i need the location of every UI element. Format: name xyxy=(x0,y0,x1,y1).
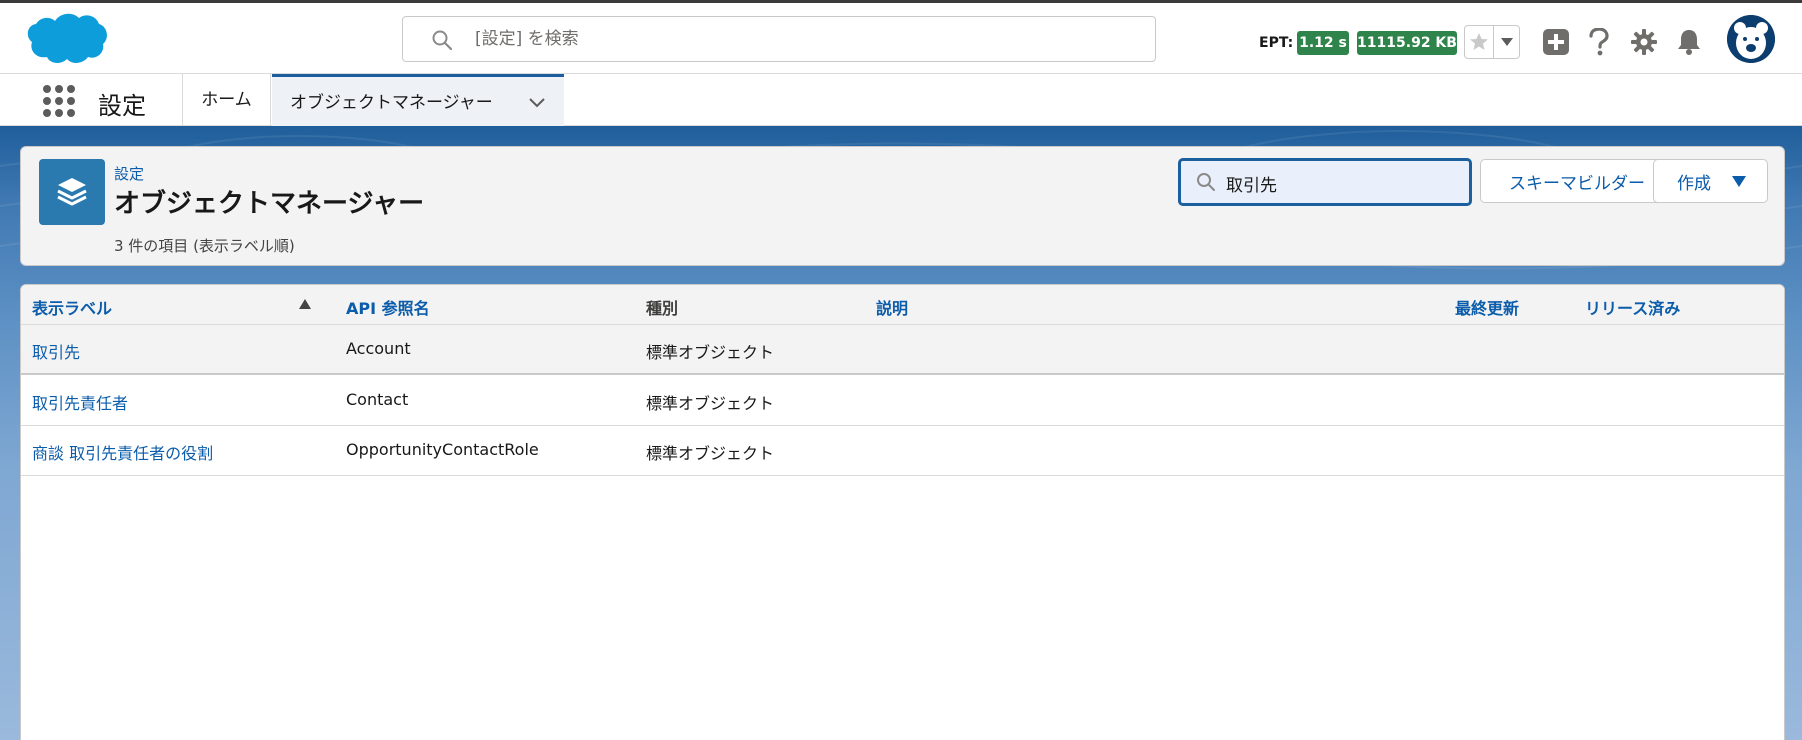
context-nav-bar: 設定 ホーム オブジェクトマネージャー xyxy=(0,74,1802,126)
schema-builder-button[interactable]: スキーマビルダー xyxy=(1480,159,1674,203)
app-launcher-icon[interactable] xyxy=(42,84,76,118)
object-label-link[interactable]: 取引先 xyxy=(32,339,80,363)
setup-gear-button[interactable] xyxy=(1629,27,1659,57)
nav-item-object-manager[interactable]: オブジェクトマネージャー xyxy=(272,74,564,126)
create-button-label: 作成 xyxy=(1677,173,1711,194)
caret-down-icon xyxy=(1732,176,1746,187)
column-header-type: 種別 xyxy=(646,299,679,318)
ept-size-badge: 11115.92 KB xyxy=(1357,31,1457,55)
table-row: 商談 取引先責任者の役割 OpportunityContactRole 標準オブ… xyxy=(21,426,1784,476)
object-label-link[interactable]: 取引先責任者 xyxy=(32,390,128,414)
app-name: 設定 xyxy=(98,92,146,120)
type-cell: 標準オブジェクト xyxy=(646,444,775,463)
api-name-cell: OpportunityContactRole xyxy=(346,440,539,459)
avatar[interactable] xyxy=(1727,15,1775,63)
item-count: 3 件の項目 (表示ラベル順) xyxy=(114,237,295,255)
breadcrumb[interactable]: 設定 xyxy=(114,163,144,184)
help-icon xyxy=(1589,28,1609,56)
object-label-link[interactable]: 商談 取引先責任者の役割 xyxy=(32,440,213,464)
nav-item-home[interactable]: ホーム xyxy=(183,74,271,126)
star-icon xyxy=(1470,33,1488,50)
notifications-button[interactable] xyxy=(1674,27,1704,57)
favorites-menu-button[interactable] xyxy=(1494,25,1520,59)
search-icon xyxy=(1197,173,1215,191)
quick-find-input[interactable] xyxy=(1226,170,1456,196)
page-title: オブジェクトマネージャー xyxy=(114,189,425,219)
layers-icon xyxy=(39,159,105,225)
object-table: 表示ラベル API 参照名 種別 説明 最終更新 リリース済み 取引先 Acco… xyxy=(20,284,1785,740)
type-cell: 標準オブジェクト xyxy=(646,394,775,413)
page-header: 設定 オブジェクトマネージャー 3 件の項目 (表示ラベル順) スキーマビルダー… xyxy=(20,146,1785,266)
bell-icon xyxy=(1678,30,1700,55)
global-actions-button[interactable] xyxy=(1541,27,1571,57)
table-row: 取引先責任者 Contact 標準オブジェクト xyxy=(21,376,1784,426)
salesforce-logo[interactable] xyxy=(22,11,108,71)
quick-find-box[interactable] xyxy=(1178,158,1472,206)
column-header-description[interactable]: 説明 xyxy=(876,295,908,319)
ept-label: EPT: xyxy=(1259,35,1294,51)
table-header: 表示ラベル API 参照名 種別 説明 最終更新 リリース済み xyxy=(21,285,1784,325)
plus-icon xyxy=(1543,29,1569,55)
table-row: 取引先 Account 標準オブジェクト xyxy=(21,325,1784,375)
column-header-label[interactable]: 表示ラベル xyxy=(32,295,112,319)
chevron-down-icon[interactable] xyxy=(526,91,548,113)
create-button[interactable]: 作成 xyxy=(1653,159,1768,203)
column-header-deployed[interactable]: リリース済み xyxy=(1585,295,1680,319)
help-button[interactable] xyxy=(1584,27,1614,57)
search-icon xyxy=(432,30,453,51)
type-cell: 標準オブジェクト xyxy=(646,343,775,362)
global-header: EPT: 1.12 s 11115.92 KB xyxy=(0,3,1802,74)
gear-icon xyxy=(1631,29,1657,55)
sort-ascending-icon[interactable] xyxy=(299,299,311,309)
api-name-cell: Account xyxy=(346,339,411,358)
global-search[interactable] xyxy=(402,16,1156,62)
ept-time-badge: 1.12 s xyxy=(1297,31,1349,55)
caret-down-icon xyxy=(1500,38,1513,46)
global-search-input[interactable] xyxy=(475,25,1135,53)
column-header-last-modified[interactable]: 最終更新 xyxy=(1455,295,1519,319)
column-header-api-name[interactable]: API 参照名 xyxy=(346,295,430,319)
favorites-button[interactable] xyxy=(1464,25,1494,59)
api-name-cell: Contact xyxy=(346,390,409,409)
nav-item-label: オブジェクトマネージャー xyxy=(290,93,493,113)
